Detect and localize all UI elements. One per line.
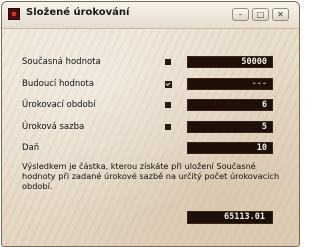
- close-button[interactable]: ✕: [272, 8, 289, 21]
- square-icon: [165, 59, 171, 65]
- minimize-button[interactable]: –: [232, 8, 249, 21]
- tax-field[interactable]: 10: [187, 142, 273, 154]
- future-value-field[interactable]: ---: [187, 78, 273, 90]
- present-value-label: Současná hodnota: [22, 57, 101, 67]
- description-text: Výsledkem je částka, kterou získáte při …: [22, 161, 280, 191]
- tax-label: Daň: [22, 143, 40, 153]
- future-value-label: Budoucí hodnota: [22, 79, 95, 89]
- title-bar[interactable]: Složené úrokování – □ ✕: [2, 2, 299, 29]
- result-value: 65113.01: [187, 211, 273, 224]
- period-field[interactable]: 6: [187, 99, 273, 111]
- maximize-button[interactable]: □: [252, 8, 269, 21]
- app-window: Složené úrokování – □ ✕ Současná hodnota…: [1, 1, 300, 247]
- square-icon: [165, 102, 171, 108]
- interest-rate-field[interactable]: 5: [187, 121, 273, 133]
- window-title: Složené úrokování: [26, 7, 130, 18]
- app-icon: [8, 8, 20, 20]
- present-value-field[interactable]: 50000: [187, 56, 273, 68]
- period-label: Úrokovací období: [22, 100, 96, 110]
- interest-rate-label: Úroková sazba: [22, 122, 85, 132]
- checkbox-icon[interactable]: [165, 81, 172, 88]
- square-icon: [165, 124, 171, 130]
